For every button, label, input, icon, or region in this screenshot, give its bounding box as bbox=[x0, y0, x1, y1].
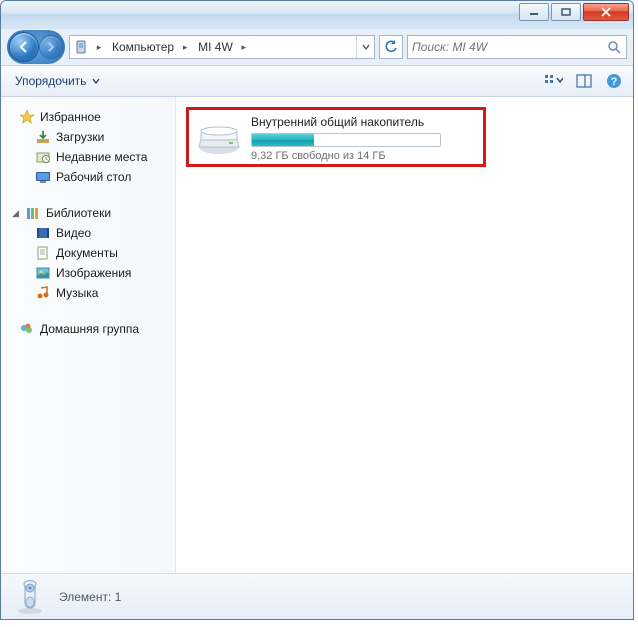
item-label: Загрузки bbox=[56, 130, 104, 144]
homegroup-header[interactable]: Домашняя группа bbox=[5, 319, 171, 339]
file-list-pane[interactable]: Внутренний общий накопитель 9,32 ГБ своб… bbox=[176, 97, 633, 573]
recent-icon bbox=[35, 149, 51, 165]
homegroup-icon bbox=[19, 321, 35, 337]
organize-menu[interactable]: Упорядочить bbox=[9, 71, 106, 91]
search-icon bbox=[606, 39, 622, 55]
drive-icon bbox=[197, 117, 241, 157]
breadcrumb-device[interactable]: MI 4W bbox=[192, 36, 237, 58]
status-text: Элемент: 1 bbox=[59, 590, 121, 604]
breadcrumb-computer[interactable]: Компьютер bbox=[106, 36, 178, 58]
preview-pane-button[interactable] bbox=[573, 70, 595, 92]
video-icon bbox=[35, 225, 51, 241]
documents-icon bbox=[35, 245, 51, 261]
details-pane: Элемент: 1 bbox=[1, 573, 633, 619]
maximize-button[interactable] bbox=[551, 3, 581, 21]
desktop-icon bbox=[35, 169, 51, 185]
navigation-pane: Избранное Загрузки Недавние места Рабочи… bbox=[1, 97, 176, 573]
pictures-icon bbox=[35, 265, 51, 281]
homegroup-group: Домашняя группа bbox=[5, 319, 171, 339]
address-dropdown[interactable] bbox=[356, 36, 374, 58]
drive-title: Внутренний общий накопитель bbox=[251, 115, 475, 129]
forward-button[interactable] bbox=[39, 35, 63, 59]
minimize-button[interactable] bbox=[519, 3, 549, 21]
sidebar-item-documents[interactable]: Документы bbox=[5, 243, 171, 263]
address-bar[interactable]: ▸ Компьютер ▸ MI 4W ▸ bbox=[69, 35, 375, 59]
capacity-fill bbox=[252, 134, 314, 146]
item-label: Недавние места bbox=[56, 150, 147, 164]
storage-item[interactable]: Внутренний общий накопитель 9,32 ГБ своб… bbox=[186, 107, 486, 167]
chevron-down-icon bbox=[92, 77, 100, 85]
organize-label: Упорядочить bbox=[15, 74, 86, 88]
homegroup-label: Домашняя группа bbox=[40, 322, 139, 336]
chevron-right-icon[interactable]: ▸ bbox=[92, 42, 106, 53]
item-label: Видео bbox=[56, 226, 91, 240]
content-area: Избранное Загрузки Недавние места Рабочи… bbox=[1, 97, 633, 573]
sidebar-item-pictures[interactable]: Изображения bbox=[5, 263, 171, 283]
sidebar-item-downloads[interactable]: Загрузки bbox=[5, 127, 171, 147]
capacity-bar bbox=[251, 133, 441, 147]
item-label: Документы bbox=[56, 246, 118, 260]
libraries-label: Библиотеки bbox=[46, 206, 111, 220]
navigation-bar: ▸ Компьютер ▸ MI 4W ▸ bbox=[1, 29, 633, 65]
collapse-icon[interactable]: ◢ bbox=[11, 208, 20, 219]
favorites-group: Избранное Загрузки Недавние места Рабочи… bbox=[5, 107, 171, 187]
drive-free-text: 9,32 ГБ свободно из 14 ГБ bbox=[251, 150, 475, 162]
command-bar: Упорядочить ? bbox=[1, 65, 633, 97]
downloads-icon bbox=[35, 129, 51, 145]
chevron-right-icon[interactable]: ▸ bbox=[178, 42, 192, 53]
sidebar-item-desktop[interactable]: Рабочий стол bbox=[5, 167, 171, 187]
svg-text:?: ? bbox=[611, 76, 618, 88]
favorites-header[interactable]: Избранное bbox=[5, 107, 171, 127]
favorites-label: Избранное bbox=[40, 110, 101, 124]
search-box[interactable] bbox=[407, 35, 627, 59]
titlebar[interactable] bbox=[1, 1, 633, 29]
item-label: Изображения bbox=[56, 266, 131, 280]
device-icon bbox=[70, 36, 92, 58]
libraries-icon bbox=[25, 205, 41, 221]
music-icon bbox=[35, 285, 51, 301]
close-button[interactable] bbox=[583, 3, 629, 21]
device-large-icon bbox=[11, 578, 49, 616]
refresh-button[interactable] bbox=[379, 35, 403, 59]
item-label: Музыка bbox=[56, 286, 98, 300]
search-input[interactable] bbox=[412, 40, 602, 54]
drive-info: Внутренний общий накопитель 9,32 ГБ своб… bbox=[251, 115, 475, 162]
sidebar-item-music[interactable]: Музыка bbox=[5, 283, 171, 303]
back-button[interactable] bbox=[9, 32, 39, 62]
nav-buttons bbox=[7, 30, 65, 64]
view-options-button[interactable] bbox=[543, 70, 565, 92]
item-label: Рабочий стол bbox=[56, 170, 131, 184]
help-button[interactable]: ? bbox=[603, 70, 625, 92]
explorer-window: ▸ Компьютер ▸ MI 4W ▸ Упорядочить bbox=[0, 0, 634, 620]
sidebar-item-video[interactable]: Видео bbox=[5, 223, 171, 243]
libraries-header[interactable]: ◢ Библиотеки bbox=[5, 203, 171, 223]
libraries-group: ◢ Библиотеки Видео Документы Изображения bbox=[5, 203, 171, 303]
star-icon bbox=[19, 109, 35, 125]
chevron-right-icon[interactable]: ▸ bbox=[237, 42, 251, 53]
sidebar-item-recent[interactable]: Недавние места bbox=[5, 147, 171, 167]
